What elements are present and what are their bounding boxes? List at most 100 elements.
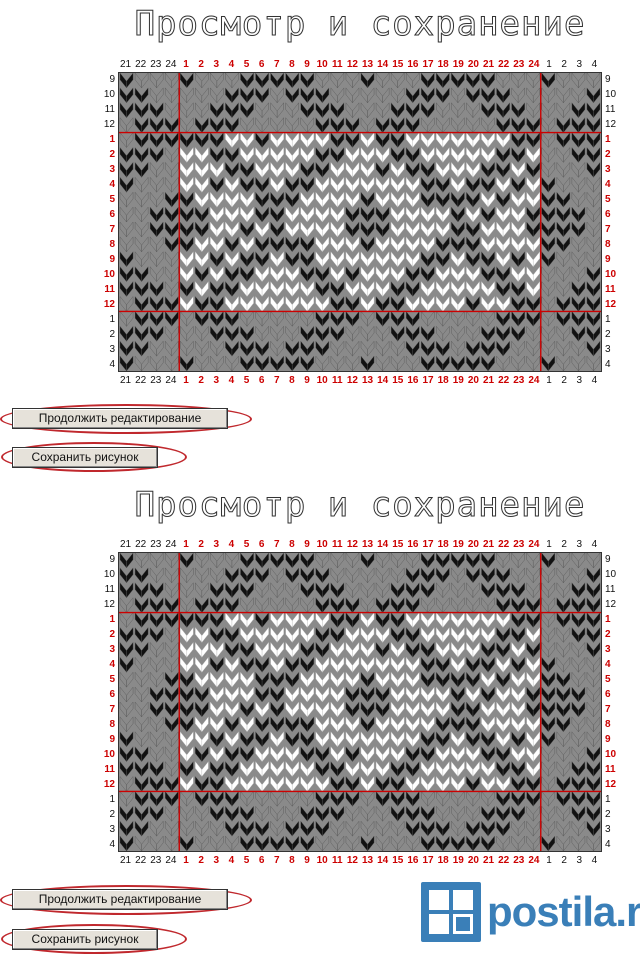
row-number: 6 [605,689,611,700]
column-number: 13 [362,375,374,386]
continue-editing-button[interactable]: Продолжить редактирование [12,408,228,429]
postila-logo: postila.ru [421,873,640,951]
row-number: 3 [109,344,115,355]
column-number: 22 [498,539,510,550]
row-number: 11 [104,584,115,595]
column-number: 22 [498,375,510,386]
row-number: 8 [605,239,611,250]
column-number: 20 [467,375,479,386]
column-number: 14 [377,59,389,70]
row-number: 4 [109,179,115,190]
column-number: 24 [528,855,540,866]
column-number: 18 [437,59,449,70]
row-number: 1 [109,134,115,145]
row-number: 2 [109,809,115,820]
column-number: 8 [289,375,295,386]
column-number: 23 [513,539,525,550]
row-number: 9 [605,254,611,265]
column-number: 6 [258,375,265,386]
column-number: 15 [392,59,404,70]
row-number: 10 [605,269,617,280]
column-number: 21 [483,375,495,386]
column-number: 1 [183,375,189,386]
column-number: 20 [467,59,479,70]
row-number: 11 [605,104,616,115]
row-number: 10 [605,749,617,760]
column-number: 20 [467,539,479,550]
column-number: 11 [332,855,343,866]
column-number: 19 [452,375,464,386]
row-number: 4 [605,359,611,370]
page-title: Просмотр и сохранение [134,485,586,526]
column-number: 17 [422,855,434,866]
column-number: 4 [591,375,598,386]
column-number: 24 [528,375,540,386]
row-number: 1 [605,794,611,805]
column-number: 17 [422,539,434,550]
column-number: 22 [498,59,510,70]
column-number: 14 [377,375,389,386]
row-number: 12 [103,299,115,310]
postila-logo-icon [421,882,481,942]
column-number: 22 [135,59,147,70]
column-number: 18 [437,375,449,386]
column-number: 7 [274,375,280,386]
row-number: 1 [605,134,611,145]
column-number: 13 [362,59,374,70]
row-number: 8 [605,719,611,730]
column-number: 23 [513,855,525,866]
column-number: 11 [332,539,343,550]
page-title: Просмотр и сохранение [134,4,586,45]
row-number: 1 [109,614,115,625]
knitting-chart-svg [119,73,601,371]
row-number: 11 [104,764,115,775]
column-number: 16 [407,855,419,866]
column-number: 12 [346,59,358,70]
row-number: 4 [109,359,115,370]
row-number: 4 [605,659,611,670]
column-number: 10 [316,375,328,386]
column-number: 7 [274,855,280,866]
column-number: 1 [546,539,552,550]
column-number: 5 [243,539,250,550]
column-number: 3 [576,855,583,866]
column-number: 8 [289,59,295,70]
save-picture-button[interactable]: Сохранить рисунок [12,447,158,468]
row-number: 12 [103,119,115,130]
row-number: 9 [109,74,115,85]
row-number: 2 [109,329,115,340]
row-number: 3 [605,344,611,355]
row-number: 1 [605,614,611,625]
column-number: 1 [546,375,552,386]
column-number: 4 [591,855,598,866]
row-number: 8 [109,719,115,730]
column-number: 19 [452,59,464,70]
column-number: 1 [546,59,552,70]
column-number: 24 [165,855,177,866]
column-number: 21 [120,539,132,550]
column-number: 15 [392,539,404,550]
row-number: 12 [605,299,617,310]
column-number: 4 [228,539,235,550]
row-header-left: 9 10 11 12 1 2 3 4 5 6 7 8 9 10 11 12 1 2 3 4 [100,552,118,852]
column-number: 2 [561,539,567,550]
save-picture-button[interactable]: Сохранить рисунок [12,929,158,950]
row-number: 9 [605,74,611,85]
column-number: 16 [407,539,419,550]
column-number: 2 [198,375,204,386]
row-number: 2 [109,149,115,160]
column-number: 4 [228,59,235,70]
column-number: 19 [452,539,464,550]
column-number: 10 [316,539,328,550]
column-header-bottom: 21 22 23 24 1 2 3 4 5 6 7 8 9 10 11 12 13 14 15 16 17 18 19 20 2… [118,374,602,388]
column-number: 6 [258,59,265,70]
row-number: 2 [605,329,611,340]
row-number: 7 [109,704,115,715]
row-header-left: 9 10 11 12 1 2 3 4 5 6 7 8 9 10 11 12 1 2 3 4 [100,72,118,372]
column-number: 14 [377,855,389,866]
row-number: 10 [103,269,115,280]
continue-editing-button[interactable]: Продолжить редактирование [12,889,228,910]
column-number: 8 [289,539,295,550]
column-number: 5 [243,855,250,866]
row-number: 2 [605,809,611,820]
